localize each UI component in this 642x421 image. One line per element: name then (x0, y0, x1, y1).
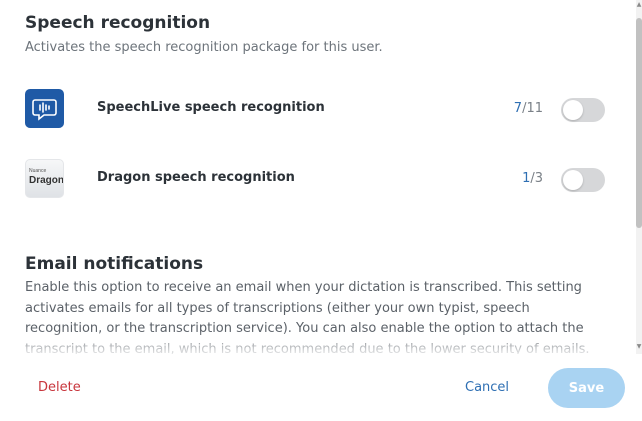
dragon-licenses-total: /3 (530, 171, 543, 186)
speechlive-row: SpeechLive speech recognition 7/11 (25, 89, 605, 131)
cancel-button[interactable]: Cancel (465, 380, 509, 395)
vertical-scrollbar[interactable]: ▲ ▼ (636, 0, 642, 354)
speech-recognition-heading: Speech recognition (25, 13, 211, 33)
scroll-up-icon[interactable]: ▲ (636, 2, 642, 8)
dialog-footer: Delete Cancel Save (0, 354, 642, 421)
speechlive-label: SpeechLive speech recognition (97, 100, 325, 115)
dragon-row: Nuance Dragon Dragon speech recognition … (25, 159, 605, 201)
scrollbar-thumb[interactable] (636, 18, 642, 228)
email-notifications-heading: Email notifications (25, 254, 204, 274)
speech-recognition-subtitle: Activates the speech recognition package… (25, 40, 383, 55)
dragon-logo-brand: Nuance (29, 168, 47, 174)
delete-button[interactable]: Delete (38, 380, 81, 395)
speechlive-licenses-used: 7 (513, 101, 523, 116)
dragon-label: Dragon speech recognition (97, 170, 295, 185)
scroll-down-icon[interactable]: ▼ (636, 344, 642, 350)
save-button[interactable]: Save (548, 368, 625, 408)
toggle-knob (563, 170, 583, 190)
dragon-toggle[interactable] (561, 168, 605, 192)
dragon-logo-icon: Nuance Dragon (25, 159, 64, 198)
scroll-fade (0, 330, 636, 354)
settings-scroll-area[interactable]: Speech recognition Activates the speech … (0, 0, 636, 354)
speechlive-license-count: 7/11 (514, 101, 543, 116)
speechlive-licenses-total: /11 (522, 101, 543, 116)
dragon-license-count: 1/3 (522, 171, 543, 186)
speechlive-logo-icon (25, 89, 64, 128)
speechlive-toggle[interactable] (561, 98, 605, 122)
toggle-knob (563, 100, 583, 120)
dragon-logo-text: Dragon (29, 175, 64, 186)
